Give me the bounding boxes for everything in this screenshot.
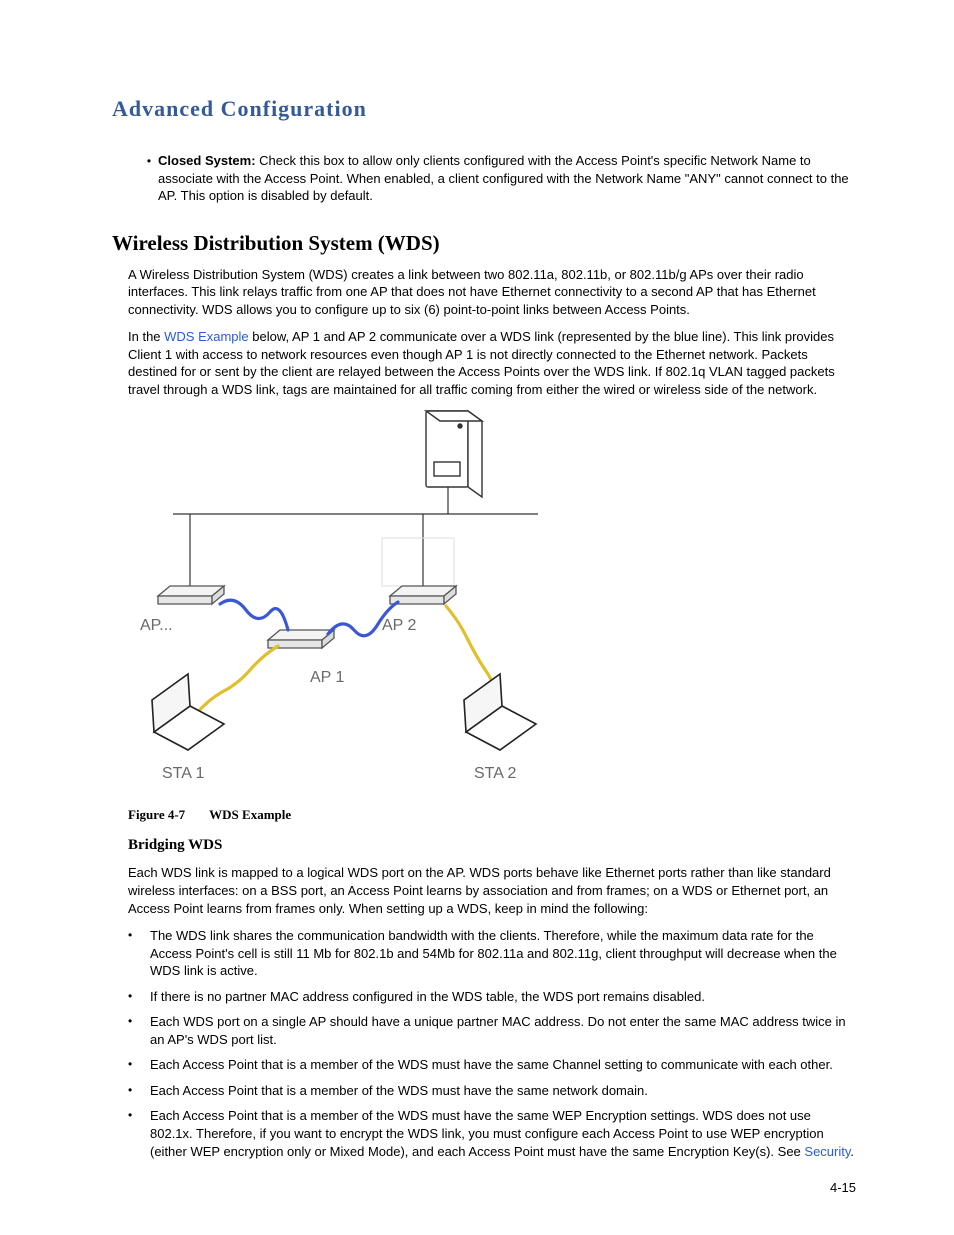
closed-system-body: Check this box to allow only clients con… [158, 153, 849, 203]
list-text-a: Each Access Point that is a member of th… [150, 1108, 824, 1158]
list-item: •Each WDS port on a single AP should hav… [128, 1013, 856, 1048]
list-text-b: . [850, 1144, 854, 1159]
wds-para-2: In the WDS Example below, AP 1 and AP 2 … [128, 328, 856, 398]
diagram-label-ap2: AP 2 [382, 617, 416, 635]
list-text: If there is no partner MAC address confi… [150, 988, 705, 1006]
bridging-intro: Each WDS link is mapped to a logical WDS… [128, 864, 856, 917]
list-text: Each Access Point that is a member of th… [150, 1056, 833, 1074]
wds-figure: AP... AP 1 AP 2 STA 1 STA 2 [128, 408, 856, 801]
list-item: •The WDS link shares the communication b… [128, 927, 856, 980]
list-text: The WDS link shares the communication ba… [150, 927, 856, 980]
diagram-label-sta2: STA 2 [474, 765, 516, 783]
security-link[interactable]: Security [804, 1144, 850, 1159]
bullet-icon: • [140, 152, 158, 205]
bridging-heading: Bridging WDS [128, 837, 856, 854]
bullet-icon: • [128, 1082, 150, 1100]
wds-para-1: A Wireless Distribution System (WDS) cre… [128, 266, 856, 319]
list-text: Each Access Point that is a member of th… [150, 1107, 856, 1160]
wds-heading: Wireless Distribution System (WDS) [112, 231, 856, 256]
list-item: • Each Access Point that is a member of … [128, 1107, 856, 1160]
bullet-icon: • [128, 1013, 150, 1048]
bullet-icon: • [128, 927, 150, 980]
figure-caption-title: WDS Example [209, 807, 291, 822]
figure-caption: Figure 4-7 WDS Example [128, 807, 856, 823]
bullet-icon: • [128, 988, 150, 1006]
list-item: •Each Access Point that is a member of t… [128, 1082, 856, 1100]
closed-system-label: Closed System: [158, 153, 256, 168]
diagram-label-ap1: AP 1 [310, 669, 344, 687]
closed-system-text: Closed System: Check this box to allow o… [158, 152, 856, 205]
list-text: Each WDS port on a single AP should have… [150, 1013, 856, 1048]
wds-p2-a: In the [128, 329, 164, 344]
figure-caption-label: Figure 4-7 [128, 807, 185, 822]
document-page: Advanced Configuration • Closed System: … [0, 0, 954, 1235]
bullet-icon: • [128, 1107, 150, 1160]
page-number: 4-15 [830, 1180, 856, 1195]
list-item: •If there is no partner MAC address conf… [128, 988, 856, 1006]
wds-example-link[interactable]: WDS Example [164, 329, 249, 344]
wds-diagram-svg [128, 408, 548, 796]
bullet-icon: • [128, 1056, 150, 1074]
list-item: •Each Access Point that is a member of t… [128, 1056, 856, 1074]
list-text: Each Access Point that is a member of th… [150, 1082, 648, 1100]
bridging-list: •The WDS link shares the communication b… [128, 927, 856, 1160]
page-title: Advanced Configuration [112, 96, 856, 122]
closed-system-bullet: • Closed System: Check this box to allow… [140, 152, 856, 205]
diagram-label-ap-ellipsis: AP... [140, 617, 173, 635]
diagram-label-sta1: STA 1 [162, 765, 204, 783]
